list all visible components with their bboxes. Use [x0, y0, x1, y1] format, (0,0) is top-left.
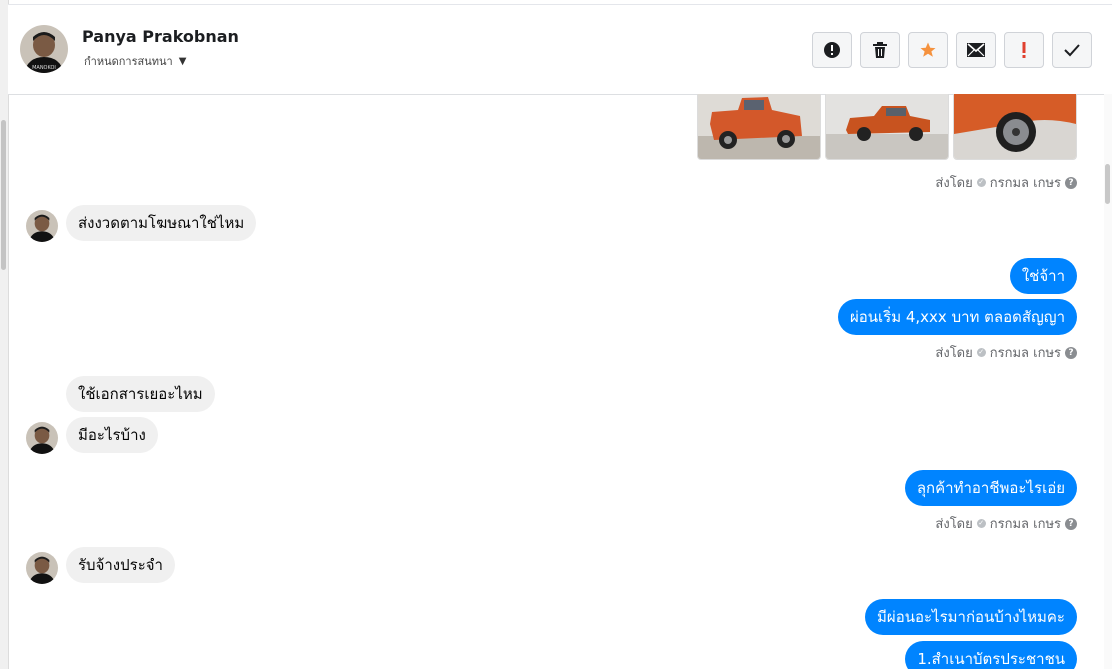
exclamation-icon: [1022, 42, 1026, 58]
avatar[interactable]: [26, 210, 58, 242]
avatar[interactable]: [26, 552, 58, 584]
outgoing-message[interactable]: ลุกค้าทำอาชีพอะไรเอ่ย: [904, 470, 1077, 506]
sent-by-info: ส่งโดย ✓ กรกมล เกษร ?: [935, 172, 1077, 193]
car-image-attachment[interactable]: [697, 94, 821, 160]
incoming-message[interactable]: มีอะไรบ้าง: [66, 417, 158, 453]
caret-down-icon: ▼: [178, 55, 187, 67]
help-icon[interactable]: ?: [1065, 517, 1077, 530]
alert-circle-icon: [824, 42, 840, 58]
sender-name: กรกมล เกษร: [989, 517, 1061, 532]
avatar[interactable]: [26, 422, 58, 454]
delete-button[interactable]: [860, 32, 900, 68]
avatar[interactable]: MANOKOI: [20, 25, 68, 73]
mark-unread-button[interactable]: [956, 32, 996, 68]
sent-by-info: ส่งโดย ✓ กรกมล เกษร ?: [935, 342, 1077, 363]
mail-icon: [967, 43, 985, 57]
star-button[interactable]: [908, 32, 948, 68]
sent-by-label: ส่งโดย: [935, 346, 973, 361]
outgoing-message[interactable]: 1.สำเนาบัตรประชาชน: [905, 641, 1077, 669]
car-image-attachment[interactable]: [825, 94, 949, 160]
left-scroll-thumb[interactable]: [1, 120, 6, 270]
outgoing-message[interactable]: ผ่อนเริ่ม 4,xxx บาท ตลอดสัญญา: [837, 299, 1077, 335]
verified-icon: ✓: [976, 178, 986, 187]
trash-icon: [873, 42, 887, 58]
conversation-settings-dropdown[interactable]: กำหนดการสนทนา ▼: [84, 52, 186, 70]
help-icon[interactable]: ?: [1065, 176, 1077, 189]
incoming-message[interactable]: ใช้เอกสารเยอะไหม: [66, 376, 215, 412]
contact-name: Panya Prakobnan: [82, 27, 239, 46]
star-icon: [920, 42, 936, 57]
sent-by-label: ส่งโดย: [935, 176, 973, 191]
car-image-attachment[interactable]: [953, 94, 1077, 160]
sent-by-label: ส่งโดย: [935, 517, 973, 532]
conversation-settings-label: กำหนดการสนทนา: [84, 55, 173, 68]
verified-icon: ✓: [976, 519, 986, 528]
sender-name: กรกมล เกษร: [989, 176, 1061, 191]
message-thread[interactable]: ส่งโดย ✓ กรกมล เกษร ? ส่งงวดตามโฆษณาใช่ไ…: [8, 94, 1104, 669]
incoming-message[interactable]: รับจ้างประจำ: [66, 547, 175, 583]
outgoing-message[interactable]: ใช่จ้าา: [1009, 258, 1077, 294]
outgoing-message[interactable]: มีผ่อนอะไรมาก่อนบ้างไหมคะ: [865, 599, 1077, 635]
scroll-thumb[interactable]: [1105, 164, 1110, 204]
verified-icon: ✓: [976, 348, 986, 357]
spam-button[interactable]: [1004, 32, 1044, 68]
checkmark-icon: [1064, 44, 1080, 57]
svg-text:MANOKOI: MANOKOI: [32, 65, 56, 71]
help-icon[interactable]: ?: [1065, 346, 1077, 359]
conversation-header: MANOKOI Panya Prakobnan กำหนดการสนทนา ▼: [8, 4, 1112, 95]
report-button[interactable]: [812, 32, 852, 68]
sent-by-info: ส่งโดย ✓ กรกมล เกษร ?: [935, 513, 1077, 534]
incoming-message[interactable]: ส่งงวดตามโฆษณาใช่ไหม: [66, 205, 257, 241]
sender-name: กรกมล เกษร: [989, 346, 1061, 361]
mark-done-button[interactable]: [1052, 32, 1092, 68]
message-thread-scrollbar[interactable]: [1104, 94, 1112, 669]
